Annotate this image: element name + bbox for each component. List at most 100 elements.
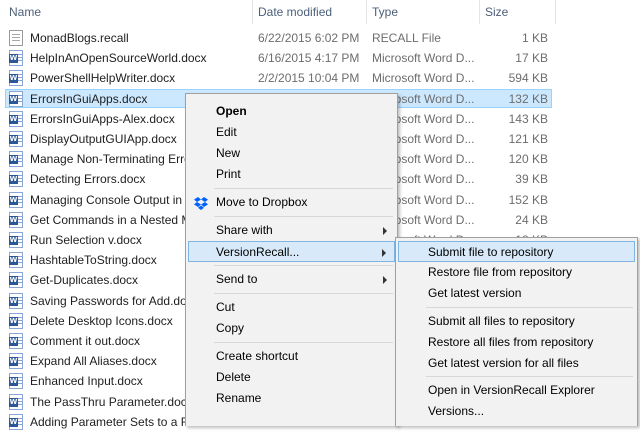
menu-separator	[214, 265, 393, 266]
table-row[interactable]: MonadBlogs.recall 6/22/2015 6:02 PM RECALL…	[0, 28, 640, 48]
menu-item-label: Get latest version	[428, 286, 522, 300]
file-size: 17 KB	[515, 51, 548, 65]
menu-item-label: Submit file to repository	[428, 245, 554, 259]
context-menu-item-copy[interactable]: Copy	[188, 318, 395, 339]
file-date: 6/22/2015 6:02 PM	[258, 31, 360, 45]
file-size: 152 KB	[508, 193, 548, 207]
menu-item-label: VersionRecall...	[216, 245, 300, 259]
word-document-icon: W	[9, 91, 23, 107]
word-document-icon: W	[9, 171, 23, 187]
menu-item-label: Open in VersionRecall Explorer	[428, 383, 595, 397]
submenu-arrow-icon	[382, 249, 386, 257]
word-document-icon: W	[9, 50, 23, 66]
menu-item-label: Delete	[216, 370, 251, 384]
menu-item-label: Share with	[216, 223, 273, 237]
submenu-item-restore-file-from-repository[interactable]: Restore file from repository	[398, 262, 635, 283]
file-size: 39 KB	[515, 172, 548, 186]
menu-separator	[426, 376, 633, 377]
submenu-item-submit-file-to-repository[interactable]: Submit file to repository	[398, 241, 635, 262]
word-document-icon: W	[9, 414, 23, 430]
context-menu: Open Edit New Print Move to Dropbox Share wit…	[185, 93, 398, 426]
file-size: 143 KB	[508, 112, 548, 126]
file-size: 132 KB	[508, 92, 548, 106]
menu-separator	[426, 307, 633, 308]
column-header-type[interactable]: Type	[372, 4, 398, 20]
submenu-item-versions[interactable]: Versions...	[398, 401, 635, 422]
file-explorer: Name Date modified Type Size MonadBlogs.…	[0, 0, 640, 430]
file-size: 121 KB	[508, 132, 548, 146]
context-menu-item-cut[interactable]: Cut	[188, 297, 395, 318]
menu-item-label: Rename	[216, 391, 262, 405]
word-document-icon: W	[9, 252, 23, 268]
menu-item-label: Create shortcut	[216, 349, 299, 363]
file-size: 24 KB	[515, 213, 548, 227]
menu-item-label: Edit	[216, 125, 237, 139]
column-divider[interactable]	[366, 0, 367, 24]
menu-item-label: Send to	[216, 272, 258, 286]
submenu-item-restore-all-files-from-repository[interactable]: Restore all files from repository	[398, 332, 635, 353]
submenu-item-open-in-versionrecall-explorer[interactable]: Open in VersionRecall Explorer	[398, 380, 635, 401]
column-divider[interactable]	[479, 0, 480, 24]
word-document-icon: W	[9, 131, 23, 147]
context-menu-item-move-to-dropbox[interactable]: Move to Dropbox	[188, 192, 395, 213]
context-menu-item-open[interactable]: Open	[188, 101, 395, 122]
dropbox-icon	[194, 196, 208, 210]
submenu-arrow-icon	[383, 276, 387, 284]
menu-item-label: Restore file from repository	[428, 265, 573, 279]
versionrecall-submenu: Submit file to repository Restore file fr…	[395, 237, 638, 426]
file-size: 1 KB	[521, 31, 548, 45]
file-type: Microsoft Word D...	[372, 51, 475, 65]
submenu-item-submit-all-files-to-repository[interactable]: Submit all files to repository	[398, 311, 635, 332]
menu-separator	[214, 188, 393, 189]
file-name: MonadBlogs.recall	[30, 31, 129, 45]
context-menu-item-print[interactable]: Print	[188, 164, 395, 185]
word-document-icon: W	[9, 394, 23, 410]
word-document-icon: W	[9, 353, 23, 369]
word-document-icon: W	[9, 70, 23, 86]
menu-item-label: Open	[216, 104, 247, 118]
context-menu-item-new[interactable]: New	[188, 143, 395, 164]
menu-separator	[214, 216, 393, 217]
file-name: HelpInAnOpenSourceWorld.docx	[30, 51, 207, 65]
word-document-icon: W	[9, 313, 23, 329]
context-menu-item-create-shortcut[interactable]: Create shortcut	[188, 346, 395, 367]
column-header-date[interactable]: Date modified	[258, 4, 332, 20]
file-size: 594 KB	[508, 71, 548, 85]
file-name: PowerShellHelpWriter.docx	[30, 71, 176, 85]
table-row[interactable]: W HelpInAnOpenSourceWorld.docx 6/16/2015 4…	[0, 48, 640, 68]
table-row[interactable]: W PowerShellHelpWriter.docx 2/2/2015 10:04…	[0, 68, 640, 88]
context-menu-item-versionrecall[interactable]: VersionRecall...	[188, 241, 395, 262]
word-document-icon: W	[9, 212, 23, 228]
word-document-icon: W	[9, 192, 23, 208]
word-document-icon: W	[9, 151, 23, 167]
word-document-icon: W	[9, 333, 23, 349]
menu-item-label: Restore all files from repository	[428, 335, 594, 349]
file-type: RECALL File	[372, 31, 441, 45]
word-document-icon: W	[9, 293, 23, 309]
word-document-icon: W	[9, 272, 23, 288]
context-menu-item-edit[interactable]: Edit	[188, 122, 395, 143]
column-divider[interactable]	[555, 0, 556, 24]
submenu-arrow-icon	[383, 227, 387, 235]
column-header-size[interactable]: Size	[485, 4, 508, 20]
context-menu-item-rename[interactable]: Rename	[188, 388, 395, 409]
menu-item-label: Versions...	[428, 404, 485, 418]
menu-item-label: Cut	[216, 300, 235, 314]
menu-separator	[214, 293, 393, 294]
menu-item-label: Submit all files to repository	[428, 314, 575, 328]
context-menu-item-delete[interactable]: Delete	[188, 367, 395, 388]
menu-item-label: Copy	[216, 321, 245, 335]
column-header-name[interactable]: Name	[9, 4, 41, 20]
word-document-icon: W	[9, 232, 23, 248]
column-divider[interactable]	[252, 0, 253, 24]
column-header: Name Date modified Type Size	[0, 0, 640, 24]
file-size: 120 KB	[508, 152, 548, 166]
menu-item-label: Get latest version for all files	[428, 356, 579, 370]
document-icon	[9, 30, 23, 46]
context-menu-item-share-with[interactable]: Share with	[188, 220, 395, 241]
submenu-item-get-latest-version-for-all-files[interactable]: Get latest version for all files	[398, 353, 635, 374]
menu-item-label: New	[216, 146, 241, 160]
file-type: Microsoft Word D...	[372, 71, 475, 85]
context-menu-item-send-to[interactable]: Send to	[188, 269, 395, 290]
submenu-item-get-latest-version[interactable]: Get latest version	[398, 283, 635, 304]
